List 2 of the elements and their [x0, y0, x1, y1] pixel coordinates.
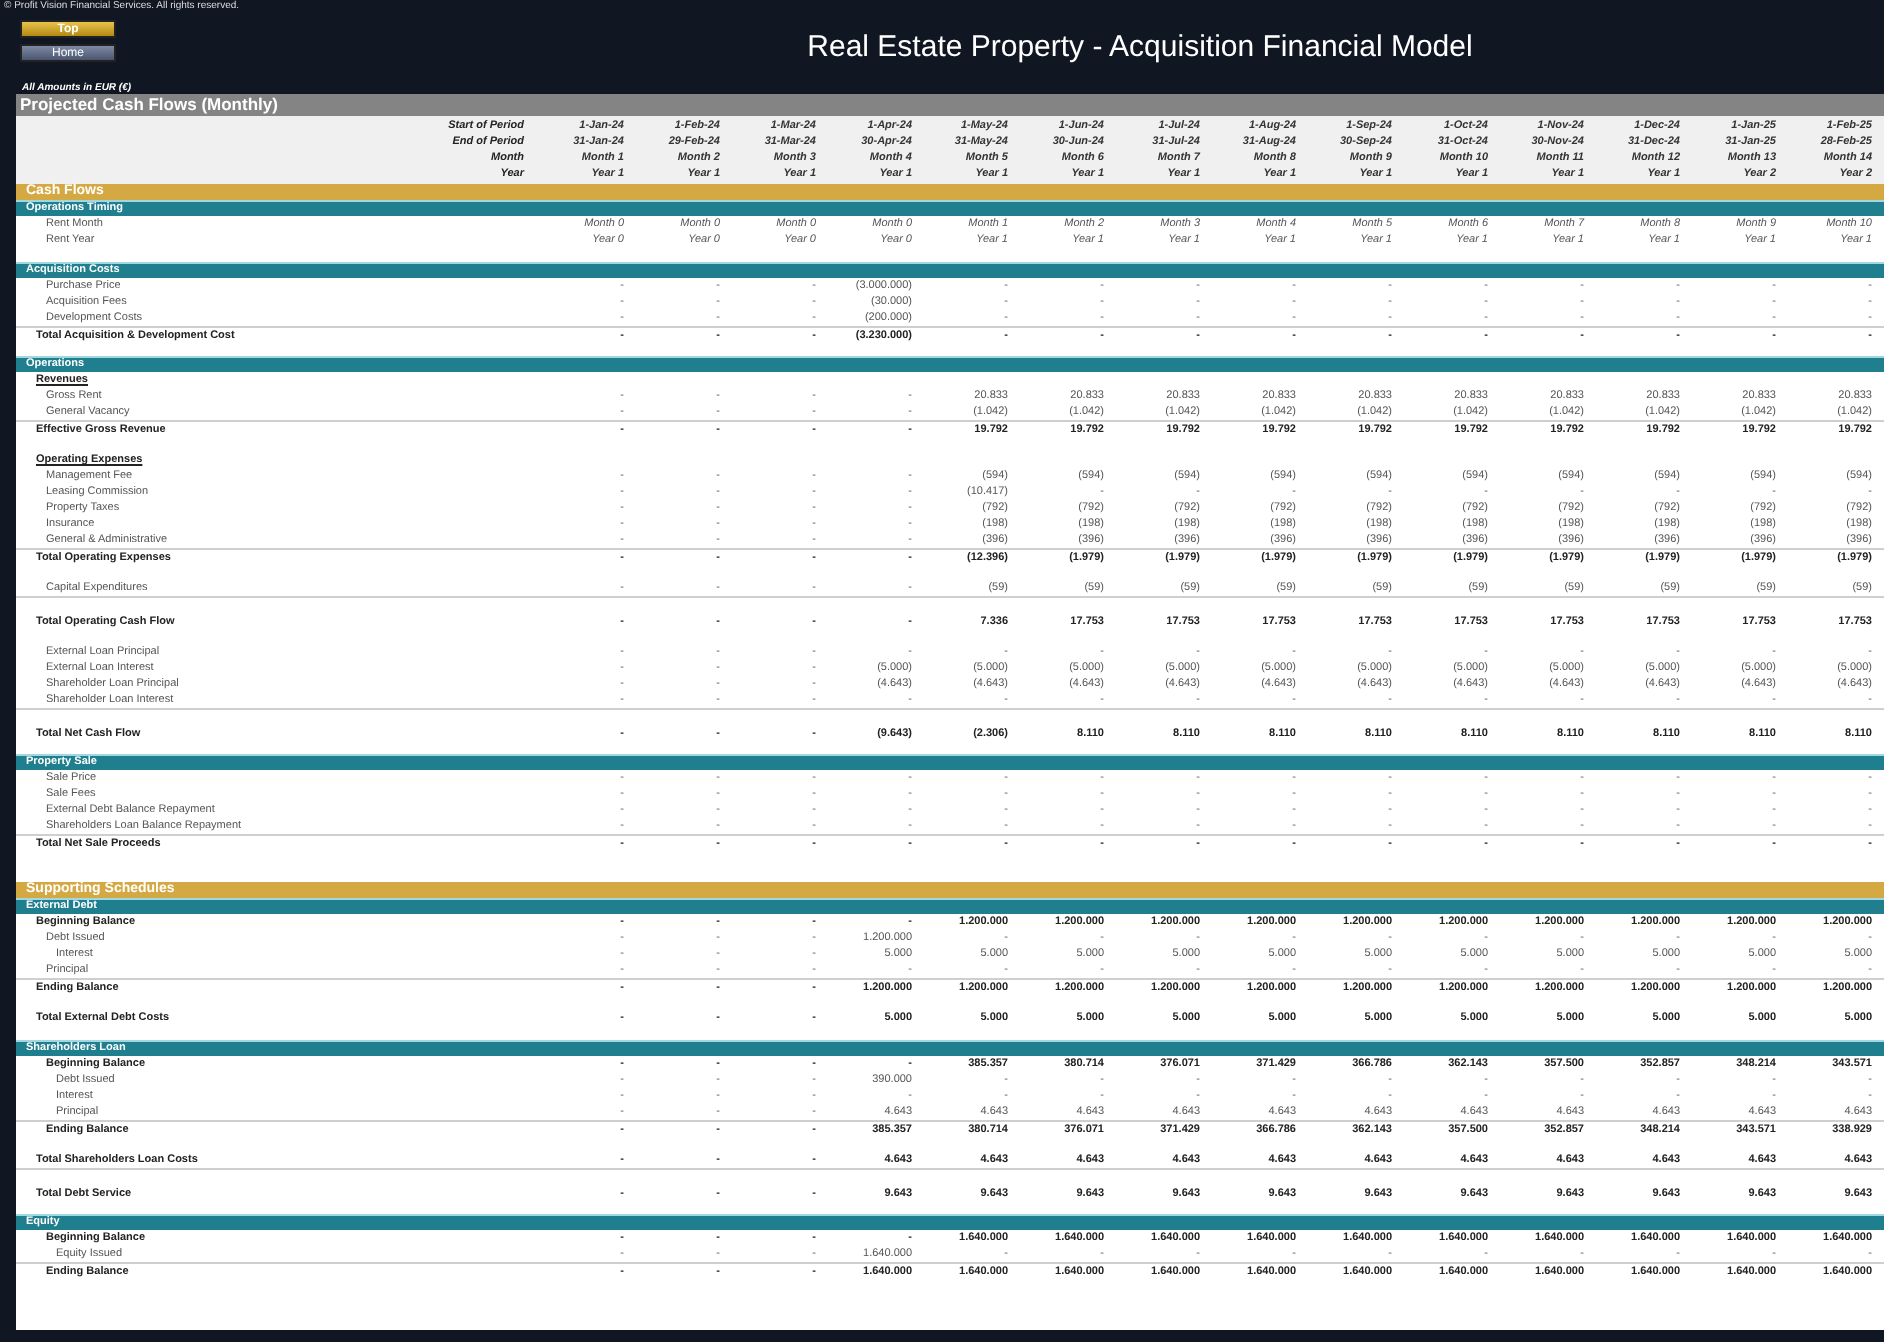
- sheet-title-bar: Projected Cash Flows (Monthly): [16, 94, 1884, 116]
- page-title: Real Estate Property - Acquisition Financial Model: [805, 30, 1475, 66]
